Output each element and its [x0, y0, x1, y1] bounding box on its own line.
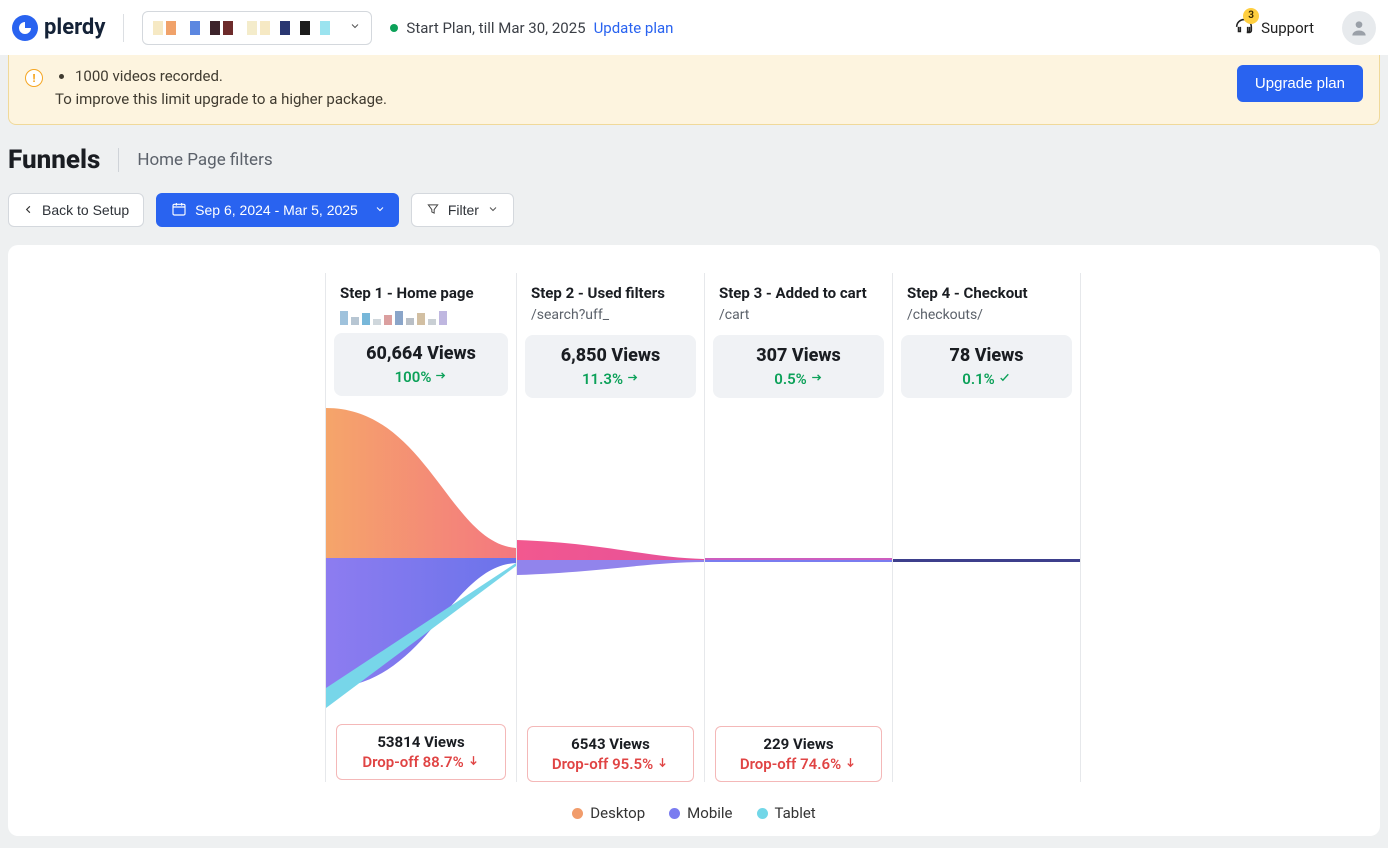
date-range-label: Sep 6, 2024 - Mar 5, 2025 [195, 202, 358, 218]
site-selector[interactable] [142, 11, 372, 45]
drop-views: 53814 Views [341, 733, 501, 751]
headset-icon: 3 [1233, 15, 1255, 41]
plan-status-text: Start Plan, till Mar 30, 2025 [406, 19, 585, 37]
chevron-down-icon [349, 20, 361, 36]
arrow-right-icon [810, 370, 823, 388]
banner-list-item: 1000 videos recorded. [75, 65, 387, 88]
legend-mobile[interactable]: Mobile [669, 804, 732, 822]
step-title: Step 3 - Added to cart [719, 283, 878, 303]
status-dot-icon [390, 24, 398, 32]
step-title: Step 2 - Used filters [531, 283, 690, 303]
funnel-step-3: Step 3 - Added to cart /cart 307 Views 0… [704, 273, 893, 782]
step-metric-box: 6,850 Views 11.3% [525, 335, 696, 398]
warning-icon: ! [25, 69, 43, 87]
chevron-down-icon [374, 202, 386, 218]
step-title: Step 1 - Home page [340, 283, 502, 303]
funnel-step-2: Step 2 - Used filters /search?uff_ 6,850… [516, 273, 705, 782]
arrow-down-icon [844, 755, 857, 773]
filter-button[interactable]: Filter [411, 193, 514, 227]
step-sub: /cart [719, 307, 878, 327]
step-sub: /checkouts/ [907, 307, 1066, 327]
plan-area: Start Plan, till Mar 30, 2025 Update pla… [390, 19, 673, 37]
flow-chart [893, 410, 1080, 710]
drop-views: 6543 Views [532, 735, 689, 753]
divider [118, 148, 119, 172]
divider [123, 14, 124, 42]
step-percent: 0.1% [907, 370, 1066, 388]
step-percent: 11.3% [531, 370, 690, 388]
funnel-card: Step 1 - Home page 60,664 Views 100% [8, 245, 1380, 836]
filter-label: Filter [448, 202, 479, 218]
step-metric-box: 307 Views 0.5% [713, 335, 884, 398]
chart-legend: Desktop Mobile Tablet [36, 782, 1352, 822]
step-views: 60,664 Views [340, 343, 502, 364]
flow-chart [326, 408, 516, 708]
legend-dot-icon [757, 808, 768, 819]
arrow-down-icon [467, 753, 480, 771]
support-link[interactable]: 3 Support [1233, 15, 1314, 41]
step-views: 78 Views [907, 345, 1066, 366]
funnel-step-4: Step 4 - Checkout /checkouts/ 78 Views 0… [892, 273, 1081, 782]
support-badge: 3 [1243, 8, 1259, 24]
update-plan-link[interactable]: Update plan [594, 19, 674, 37]
arrow-down-icon [656, 755, 669, 773]
brand-name: plerdy [44, 15, 105, 40]
upgrade-plan-button[interactable]: Upgrade plan [1237, 65, 1363, 102]
arrow-right-icon [434, 368, 447, 386]
filter-icon [426, 202, 440, 219]
back-to-setup-button[interactable]: Back to Setup [8, 193, 144, 227]
page-subtitle: Home Page filters [137, 150, 272, 170]
topbar: plerdy Start Plan, till Mar 30, 2025 Upd… [0, 0, 1388, 55]
arrow-right-icon [626, 370, 639, 388]
step-metric-box: 78 Views 0.1% [901, 335, 1072, 398]
step-title: Step 4 - Checkout [907, 283, 1066, 303]
toolbar: Back to Setup Sep 6, 2024 - Mar 5, 2025 … [0, 193, 1388, 245]
drop-off-box: 53814 Views Drop-off 88.7% [336, 724, 506, 780]
step-sub-blur [340, 307, 502, 325]
legend-tablet[interactable]: Tablet [757, 804, 816, 822]
step-views: 307 Views [719, 345, 878, 366]
step-metric-box: 60,664 Views 100% [334, 333, 508, 396]
legend-dot-icon [669, 808, 680, 819]
banner-line-2: To improve this limit upgrade to a highe… [55, 88, 387, 111]
drop-percent: Drop-off 88.7% [341, 753, 501, 771]
drop-percent: Drop-off 74.6% [720, 755, 877, 773]
funnel-steps-row: Step 1 - Home page 60,664 Views 100% [326, 273, 1352, 782]
drop-percent: Drop-off 95.5% [532, 755, 689, 773]
upgrade-banner: ! 1000 videos recorded. To improve this … [8, 55, 1380, 125]
funnel-step-1: Step 1 - Home page 60,664 Views 100% [325, 273, 517, 782]
brand-logo[interactable]: plerdy [12, 15, 105, 41]
user-avatar[interactable] [1342, 11, 1376, 45]
back-label: Back to Setup [42, 202, 129, 218]
chevron-left-icon [23, 202, 34, 218]
site-favicon-swatches [153, 21, 330, 35]
step-views: 6,850 Views [531, 345, 690, 366]
date-range-button[interactable]: Sep 6, 2024 - Mar 5, 2025 [156, 193, 399, 227]
page-title: Funnels [8, 145, 100, 175]
drop-views: 229 Views [720, 735, 877, 753]
support-label: Support [1261, 19, 1314, 37]
flow-chart [705, 410, 892, 710]
step-sub: /search?uff_ [531, 307, 690, 327]
drop-off-box: 6543 Views Drop-off 95.5% [527, 726, 694, 782]
chevron-down-icon [487, 202, 499, 218]
drop-off-box: 229 Views Drop-off 74.6% [715, 726, 882, 782]
check-icon [998, 370, 1011, 388]
page-heading: Funnels Home Page filters [0, 125, 1388, 193]
calendar-icon [171, 201, 187, 220]
banner-content: 1000 videos recorded. To improve this li… [55, 65, 387, 110]
step-percent: 0.5% [719, 370, 878, 388]
legend-desktop[interactable]: Desktop [572, 804, 645, 822]
flow-chart [517, 410, 704, 710]
drop-off-empty [903, 726, 1070, 778]
legend-dot-icon [572, 808, 583, 819]
logo-icon [12, 15, 38, 41]
step-percent: 100% [340, 368, 502, 386]
